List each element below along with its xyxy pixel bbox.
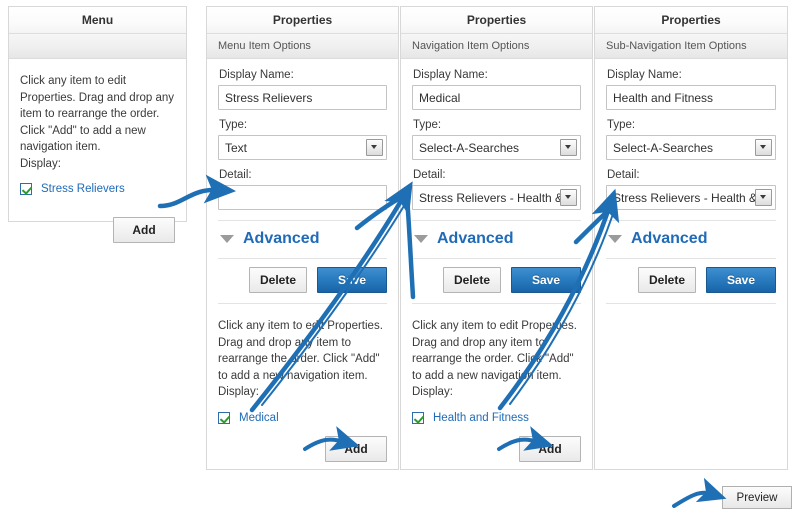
detail-select-value: Stress Relievers - Health & F — [613, 190, 755, 205]
dropdown-arrow-icon[interactable] — [755, 139, 772, 156]
display-name-label: Display Name: — [607, 69, 682, 81]
panel-help-text: Click any item to edit Properties. Drag … — [412, 320, 577, 382]
properties-panel-sub-navigation-item: Properties Sub-Navigation Item Options D… — [594, 6, 788, 470]
panel-add-row: Add — [412, 424, 581, 474]
detail-select[interactable]: Stress Relievers - Health & F — [606, 185, 776, 210]
checkbox-checked-icon[interactable] — [20, 183, 32, 195]
advanced-toggle[interactable]: Advanced — [218, 220, 387, 258]
add-button[interactable]: Add — [519, 435, 581, 462]
list-item[interactable]: Medical — [218, 411, 387, 424]
type-select[interactable]: Select-A-Searches — [412, 135, 581, 160]
list-item[interactable]: Health and Fitness — [412, 411, 581, 424]
detail-field-group: Detail: — [218, 169, 387, 210]
menu-display-label: Display: — [20, 157, 61, 170]
list-item-label[interactable]: Stress Relievers — [41, 183, 125, 195]
list-item-label[interactable]: Health and Fitness — [433, 412, 529, 424]
type-label: Type: — [413, 119, 442, 131]
chevron-down-icon — [608, 235, 622, 243]
save-button[interactable]: Save — [511, 267, 581, 293]
chevron-down-icon — [220, 235, 234, 243]
advanced-label: Advanced — [243, 230, 320, 247]
panel-display-label: Display: — [218, 386, 259, 398]
panel-subheader: Menu Item Options — [207, 34, 398, 59]
detail-select[interactable]: Stress Relievers - Health & F — [412, 185, 581, 210]
type-select-value: Text — [225, 140, 248, 155]
detail-label: Detail: — [413, 169, 446, 181]
display-name-field-group: Display Name: — [606, 69, 776, 110]
menu-panel-subheader — [9, 34, 186, 59]
panel-action-buttons: Delete Save — [606, 258, 776, 304]
advanced-label: Advanced — [437, 230, 514, 247]
display-name-field-group: Display Name: — [218, 69, 387, 110]
properties-panel-navigation-item: Properties Navigation Item Options Displ… — [400, 6, 593, 470]
type-field-group: Type: Text — [218, 119, 387, 160]
detail-field-group: Detail: Stress Relievers - Health & F — [412, 169, 581, 210]
delete-button[interactable]: Delete — [443, 267, 501, 293]
list-item-label[interactable]: Medical — [239, 412, 279, 424]
dropdown-arrow-icon[interactable] — [560, 189, 577, 206]
panel-title: Properties — [401, 7, 592, 34]
panel-body: Display Name: Type: Select-A-Searches De… — [595, 59, 787, 304]
advanced-toggle[interactable]: Advanced — [412, 220, 581, 258]
save-button[interactable]: Save — [706, 267, 776, 293]
menu-panel: Menu Click any item to edit Properties. … — [8, 6, 187, 243]
advanced-label: Advanced — [631, 230, 708, 247]
panel-body: Display Name: Type: Select-A-Searches De… — [401, 59, 592, 474]
menu-panel-body: Click any item to edit Properties. Drag … — [9, 59, 186, 255]
dropdown-arrow-icon[interactable] — [560, 139, 577, 156]
app-canvas: Menu Click any item to edit Properties. … — [0, 0, 800, 520]
delete-button[interactable]: Delete — [249, 267, 307, 293]
display-name-label: Display Name: — [219, 69, 294, 81]
menu-add-row: Add — [20, 195, 175, 255]
arrow-to-preview — [672, 477, 727, 508]
type-select-value: Select-A-Searches — [419, 140, 520, 155]
display-name-input[interactable] — [412, 85, 581, 110]
type-field-group: Type: Select-A-Searches — [412, 119, 581, 160]
detail-select-value: Stress Relievers - Health & F — [419, 190, 560, 205]
panel-action-buttons: Delete Save — [218, 258, 387, 304]
menu-help-text: Click any item to edit Properties. Drag … — [20, 75, 175, 153]
dropdown-arrow-icon[interactable] — [755, 189, 772, 206]
add-button[interactable]: Add — [325, 435, 387, 462]
panel-display-label: Display: — [412, 386, 453, 398]
checkbox-checked-icon[interactable] — [218, 411, 230, 424]
checkbox-checked-icon[interactable] — [412, 411, 424, 424]
detail-field-group: Detail: Stress Relievers - Health & F — [606, 169, 776, 210]
menu-panel-title: Menu — [9, 7, 186, 34]
dropdown-arrow-icon[interactable] — [366, 139, 383, 156]
list-item[interactable]: Stress Relievers — [20, 183, 175, 195]
panel-add-row: Add — [218, 424, 387, 474]
type-select-value: Select-A-Searches — [613, 140, 714, 155]
display-name-field-group: Display Name: — [412, 69, 581, 110]
delete-button[interactable]: Delete — [638, 267, 696, 293]
type-field-group: Type: Select-A-Searches — [606, 119, 776, 160]
type-select[interactable]: Text — [218, 135, 387, 160]
display-name-input[interactable] — [606, 85, 776, 110]
detail-label: Detail: — [607, 169, 640, 181]
display-name-input[interactable] — [218, 85, 387, 110]
panel-action-buttons: Delete Save — [412, 258, 581, 304]
panel-subheader: Navigation Item Options — [401, 34, 592, 59]
detail-input[interactable] — [218, 185, 387, 210]
type-label: Type: — [607, 119, 636, 131]
panel-title: Properties — [595, 7, 787, 34]
properties-panel-menu-item: Properties Menu Item Options Display Nam… — [206, 6, 399, 470]
panel-help-text: Click any item to edit Properties. Drag … — [218, 320, 383, 382]
type-label: Type: — [219, 119, 248, 131]
advanced-toggle[interactable]: Advanced — [606, 220, 776, 258]
save-button[interactable]: Save — [317, 267, 387, 293]
chevron-down-icon — [414, 235, 428, 243]
panel-title: Properties — [207, 7, 398, 34]
display-name-label: Display Name: — [413, 69, 488, 81]
panel-subheader: Sub-Navigation Item Options — [595, 34, 787, 59]
panel-body: Display Name: Type: Text Detail: Advance… — [207, 59, 398, 474]
type-select[interactable]: Select-A-Searches — [606, 135, 776, 160]
detail-label: Detail: — [219, 169, 252, 181]
preview-button[interactable]: Preview — [722, 486, 792, 509]
add-button[interactable]: Add — [113, 217, 175, 243]
